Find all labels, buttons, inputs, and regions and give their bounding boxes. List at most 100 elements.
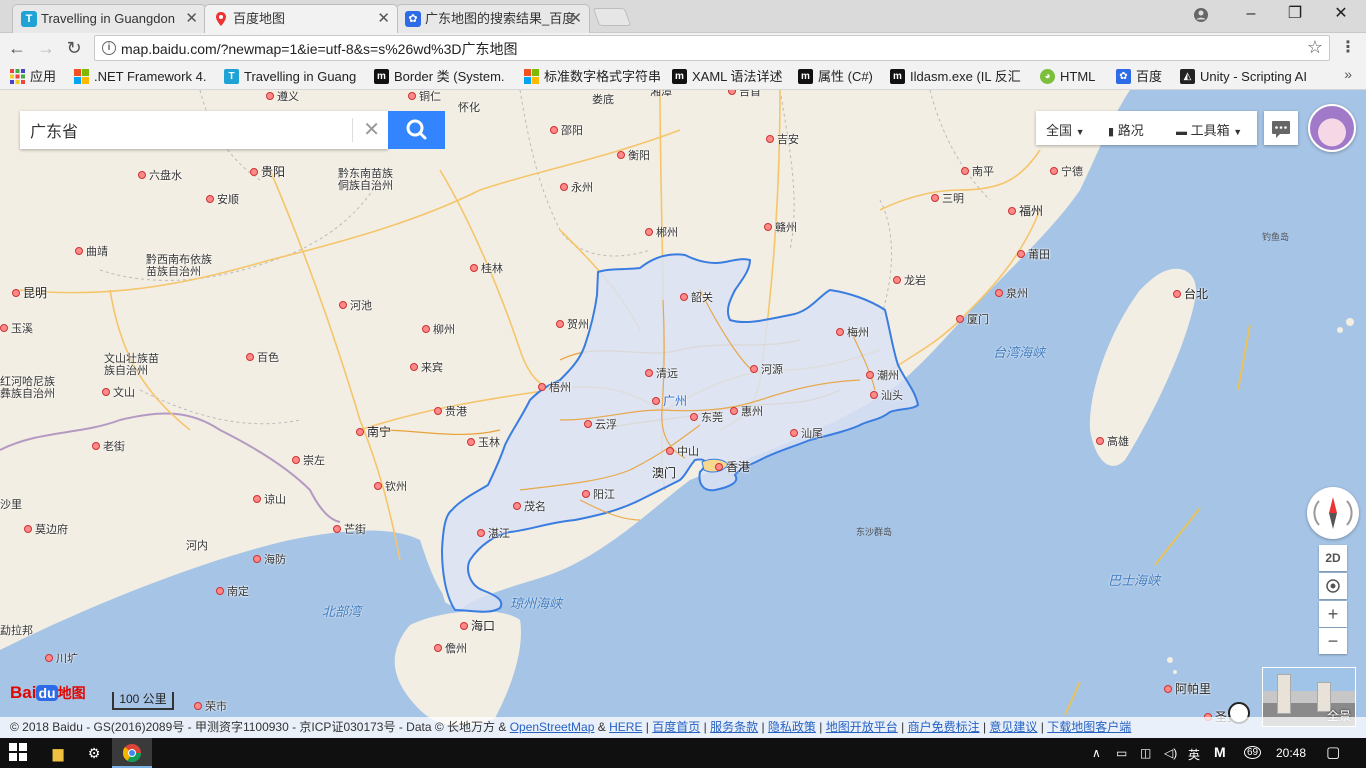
search-input[interactable] [20, 111, 350, 149]
city-label[interactable]: 红河哈尼族彝族自治州 [0, 376, 58, 400]
city-label[interactable]: 高雄 [1096, 436, 1129, 448]
zoom-out-button[interactable]: − [1319, 628, 1347, 654]
city-label[interactable]: 厦门 [956, 314, 989, 326]
bookmark-ildasm[interactable]: m Ildasm.exe (IL 反汇 [890, 68, 1021, 86]
here-link[interactable]: HERE [609, 720, 642, 734]
city-label[interactable]: 中山 [666, 446, 699, 458]
traffic-button[interactable]: ▮ 路况 [1108, 120, 1144, 139]
city-label[interactable]: 湛江 [477, 528, 510, 540]
action-center-icon[interactable]: ▢ [1326, 743, 1340, 761]
city-label[interactable]: 谅山 [253, 494, 286, 506]
city-label[interactable]: 安顺 [206, 194, 239, 206]
city-label[interactable]: 宁德 [1050, 166, 1083, 178]
city-label[interactable]: 河池 [339, 300, 372, 312]
city-label[interactable]: 来宾 [410, 362, 443, 374]
city-label[interactable]: 遵义 [266, 91, 299, 103]
settings-gear-icon[interactable]: ⚙ [84, 743, 104, 763]
merchant-link[interactable]: 商户免费标注 [908, 720, 980, 734]
profile-icon[interactable] [1178, 0, 1224, 30]
bookmark-property-cs[interactable]: m 属性 (C#) [798, 68, 873, 86]
city-label[interactable]: 娄底 [592, 94, 614, 106]
city-label[interactable]: 荣市 [194, 701, 227, 713]
map-canvas[interactable]: 遵义 铜仁 怀化 娄底 湘潭 吉首 邵阳 吉安 衡阳 六盘水 贵阳 黔东南苗族侗… [0, 90, 1366, 738]
city-label[interactable]: 湘潭 [650, 90, 672, 98]
city-label[interactable]: 吉安 [766, 134, 799, 146]
city-label[interactable]: 阿帕里 [1164, 683, 1211, 695]
minimize-icon[interactable]: – [1228, 0, 1274, 30]
volume-icon[interactable]: ◁) [1164, 746, 1177, 760]
info-icon[interactable]: i [102, 41, 116, 55]
city-label[interactable]: 河源 [750, 364, 783, 376]
city-label[interactable]: 钦州 [374, 481, 407, 493]
city-label[interactable]: 潮州 [866, 370, 899, 382]
ime-indicator[interactable]: 英 [1188, 746, 1200, 763]
search-button[interactable] [388, 111, 445, 149]
close-icon[interactable]: ✕ [185, 5, 198, 32]
city-label[interactable]: 老街 [92, 441, 125, 453]
city-label[interactable]: 川圹 [45, 653, 78, 665]
city-label[interactable]: 河内 [186, 540, 208, 552]
back-icon[interactable]: ← [6, 37, 28, 59]
region-selector[interactable]: 全国 ▼ [1046, 120, 1085, 139]
m-logo-icon[interactable]: M [1214, 744, 1226, 760]
city-label[interactable]: 海防 [253, 554, 286, 566]
city-label[interactable]: 贵港 [434, 406, 467, 418]
city-label[interactable]: 韶关 [680, 292, 713, 304]
bookmark-border-class[interactable]: m Border 类 (System. [374, 68, 505, 86]
city-label[interactable]: 海口 [460, 620, 495, 632]
city-label[interactable]: 玉溪 [0, 323, 33, 335]
city-label[interactable]: 百色 [246, 352, 279, 364]
baidu-map-logo[interactable]: Bai du 地图 [10, 683, 86, 703]
city-label[interactable]: 龙岩 [893, 275, 926, 287]
city-label[interactable]: 南宁 [356, 426, 391, 438]
reload-icon[interactable]: ↻ [63, 37, 85, 59]
city-label[interactable]: 怀化 [458, 102, 480, 114]
city-label[interactable]: 清远 [645, 368, 678, 380]
clear-icon[interactable]: ✕ [352, 118, 380, 142]
close-icon[interactable]: ✕ [569, 5, 582, 32]
city-label[interactable]: 黔西南布依族苗族自治州 [146, 254, 212, 278]
toolbox-button[interactable]: ▬ 工具箱 ▼ [1176, 120, 1242, 139]
city-label[interactable]: 赣州 [764, 222, 797, 234]
windows-start-icon[interactable] [8, 743, 28, 763]
open-platform-link[interactable]: 地图开放平台 [826, 720, 898, 734]
battery-icon[interactable]: ▭ [1116, 746, 1127, 760]
2d-toggle-button[interactable]: 2D [1319, 545, 1347, 571]
city-label[interactable]: 台北 [1173, 288, 1208, 300]
compass-control[interactable] [1307, 487, 1359, 539]
address-bar[interactable]: i map.baidu.com/?newmap=1&ie=utf-8&s=s%2… [94, 35, 1330, 61]
bookmark-unity[interactable]: ◭ Unity - Scripting AI [1180, 68, 1307, 86]
more-bookmarks-icon[interactable]: » [1344, 66, 1352, 82]
privacy-link[interactable]: 隐私政策 [768, 720, 816, 734]
tab-travelling[interactable]: T Travelling in Guangdon ✕ [12, 4, 206, 33]
city-label[interactable]: 三明 [931, 193, 964, 205]
city-label[interactable]: 香港 [715, 461, 750, 473]
city-label[interactable]: 六盘水 [138, 170, 182, 182]
city-label[interactable]: 昆明 [12, 287, 47, 299]
city-label[interactable]: 东莞 [690, 412, 723, 424]
city-label[interactable]: 阳江 [582, 489, 615, 501]
new-tab-button[interactable] [592, 8, 632, 26]
message-button[interactable] [1264, 111, 1298, 145]
user-avatar[interactable] [1308, 104, 1356, 152]
city-label[interactable]: 云浮 [584, 419, 617, 431]
menu-icon[interactable]: ⋮ [1340, 37, 1356, 57]
city-label[interactable]: 汕头 [870, 390, 903, 402]
chrome-icon[interactable] [122, 743, 142, 763]
city-label[interactable]: 贵阳 [250, 166, 285, 178]
city-label[interactable]: 茂名 [513, 501, 546, 513]
clock[interactable]: 20:48 [1276, 746, 1306, 760]
bookmark-apps[interactable]: 应用 [10, 68, 56, 86]
city-label[interactable]: 郴州 [645, 227, 678, 239]
city-label[interactable]: 玉林 [467, 437, 500, 449]
city-label[interactable]: 勐拉邦 [0, 625, 33, 637]
bookmark-net-framework[interactable]: .NET Framework 4. [74, 68, 206, 86]
network-icon[interactable]: ◫ [1140, 746, 1151, 760]
city-label[interactable]: 梧州 [538, 382, 571, 394]
city-label[interactable]: 澳门 [652, 467, 676, 479]
feedback-link[interactable]: 意见建议 [989, 720, 1037, 734]
city-label[interactable]: 崇左 [292, 455, 325, 467]
bookmark-baidu[interactable]: ✿ 百度 [1116, 68, 1162, 86]
city-label[interactable]: 文山壮族苗族自治州 [104, 353, 160, 377]
tab-search-results[interactable]: ✿ 广东地图的搜索结果_百度 ✕ [396, 4, 590, 33]
